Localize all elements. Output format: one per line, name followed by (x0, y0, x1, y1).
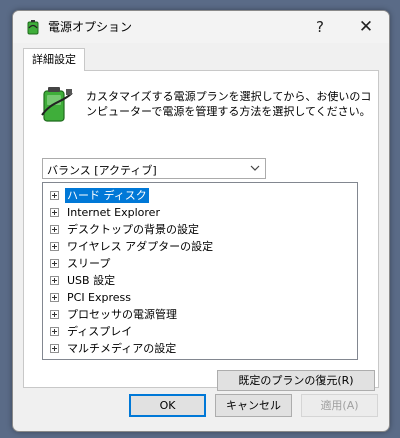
power-plan-dropdown[interactable]: バランス [アクティブ] (42, 158, 266, 179)
expand-plus-icon[interactable] (50, 327, 59, 336)
close-icon: ✕ (358, 17, 374, 37)
tree-item-processor-power[interactable]: プロセッサの電源管理 (50, 306, 179, 323)
battery-plug-icon (41, 87, 73, 122)
expand-plus-icon[interactable] (50, 276, 59, 285)
apply-button[interactable]: 適用(A) (301, 394, 378, 417)
tree-item-label: USB 設定 (67, 274, 116, 287)
power-options-icon (27, 20, 39, 35)
power-plan-value: バランス [アクティブ] (47, 164, 157, 177)
power-options-dialog: 電源オプション ? ✕ 詳細設定 カスタマイズする電源プランを選択してから、お使… (12, 10, 390, 432)
ok-button[interactable]: OK (129, 394, 206, 417)
tree-item-wireless-adapter[interactable]: ワイヤレス アダプターの設定 (50, 238, 215, 255)
tree-item-label: Internet Explorer (67, 206, 160, 219)
cancel-button[interactable]: キャンセル (215, 394, 292, 417)
expand-plus-icon[interactable] (50, 293, 59, 302)
expand-plus-icon[interactable] (50, 242, 59, 251)
expand-plus-icon[interactable] (50, 344, 59, 353)
tree-item-label: プロセッサの電源管理 (67, 308, 177, 321)
window-title: 電源オプション (48, 20, 133, 34)
tree-item-label: ディスプレイ (67, 325, 133, 338)
tree-item-label: デスクトップの背景の設定 (67, 223, 199, 236)
tree-item-label: PCI Express (67, 291, 132, 304)
close-button[interactable]: ✕ (343, 11, 389, 43)
tree-item-label: スリープ (67, 257, 111, 270)
tree-item-multimedia[interactable]: マルチメディアの設定 (50, 340, 178, 357)
tab-advanced-settings[interactable]: 詳細設定 (23, 48, 85, 71)
help-icon: ? (316, 18, 324, 36)
description-text: カスタマイズする電源プランを選択してから、お使いのコンピューターで電源を管理する… (86, 90, 372, 118)
tree-item-label: ハード ディスク (65, 188, 149, 203)
tree-item-pci-express[interactable]: PCI Express (50, 289, 133, 306)
expand-plus-icon[interactable] (50, 191, 59, 200)
tree-item-hard-disk[interactable]: ハード ディスク (50, 187, 149, 204)
expand-plus-icon[interactable] (50, 208, 59, 217)
restore-defaults-button[interactable]: 既定のプランの復元(R) (217, 370, 375, 391)
help-button[interactable]: ? (297, 11, 343, 43)
tree-item-desktop-background[interactable]: デスクトップの背景の設定 (50, 221, 201, 238)
expand-plus-icon[interactable] (50, 225, 59, 234)
tree-item-sleep[interactable]: スリープ (50, 255, 112, 272)
advanced-settings-panel: カスタマイズする電源プランを選択してから、お使いのコンピューターで電源を管理する… (23, 70, 379, 391)
settings-tree[interactable]: ハード ディスク Internet Explorer デスクトップの背景の設定 … (42, 182, 358, 360)
tree-item-label: マルチメディアの設定 (67, 342, 177, 355)
tree-item-internet-explorer[interactable]: Internet Explorer (50, 204, 162, 221)
tree-item-usb-settings[interactable]: USB 設定 (50, 272, 117, 289)
title-bar[interactable]: 電源オプション ? ✕ (13, 11, 389, 43)
tree-item-display[interactable]: ディスプレイ (50, 323, 134, 340)
tree-item-label: ワイヤレス アダプターの設定 (67, 240, 214, 253)
chevron-down-icon (250, 165, 260, 171)
expand-plus-icon[interactable] (50, 310, 59, 319)
expand-plus-icon[interactable] (50, 259, 59, 268)
